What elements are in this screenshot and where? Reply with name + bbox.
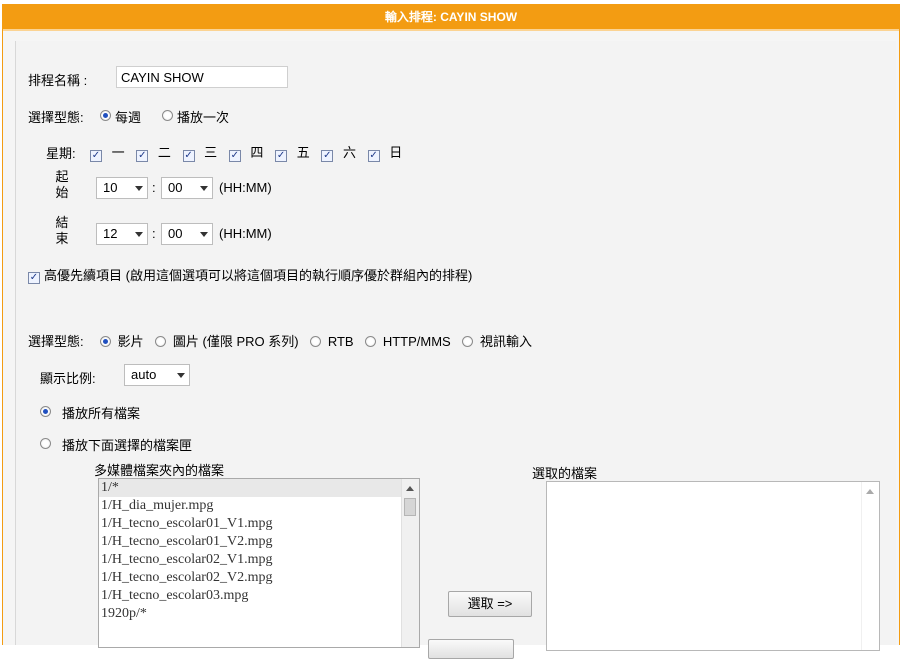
end-hour-select[interactable]: 12 — [96, 223, 148, 245]
panel-title: 輸入排程: CAYIN SHOW — [3, 5, 899, 31]
aspect-value: auto — [131, 367, 157, 382]
weekday-tue-label: 二 — [157, 145, 171, 160]
file-listbox[interactable]: 1/* 1/H_dia_mujer.mpg 1/H_tecno_escolar0… — [98, 478, 420, 648]
type2-image-radio[interactable] — [155, 336, 167, 347]
priority-checkbox[interactable]: ✓ — [28, 272, 40, 284]
weekday-fri-checkbox[interactable]: ✓ — [275, 150, 288, 162]
type2-rtb-label: RTB — [327, 334, 354, 349]
weekday-wed-label: 三 — [204, 145, 218, 160]
scroll-thumb[interactable] — [404, 498, 416, 516]
aspect-select[interactable]: auto — [124, 364, 190, 386]
scroll-up-icon[interactable] — [866, 489, 874, 494]
end-minute-value: 00 — [168, 226, 183, 241]
list-item[interactable]: 1/H_dia_mujer.mpg — [99, 497, 419, 515]
chevron-down-icon — [135, 186, 143, 191]
start-label-bottom: 始 — [55, 185, 69, 200]
schedule-name-input[interactable] — [116, 66, 288, 88]
weekday-checkboxes: ✓ 一 ✓ 二 ✓ 三 ✓ 四 ✓ 五 ✓ 六 ✓ 日 — [90, 142, 410, 162]
weekday-wed-checkbox[interactable]: ✓ — [182, 150, 195, 162]
weekday-thu-checkbox[interactable]: ✓ — [228, 150, 241, 162]
aspect-label: 顯示比例: — [40, 371, 96, 386]
play-all-radio[interactable] — [40, 404, 51, 419]
list-item[interactable]: 1/H_tecno_escolar02_V1.mpg — [99, 551, 419, 569]
type2-http-radio[interactable] — [365, 336, 377, 347]
weekday-label: 星期: — [46, 146, 76, 161]
weekday-sat-label: 六 — [342, 145, 356, 160]
start-format: (HH:MM) — [219, 180, 272, 195]
end-label: 結 束 — [52, 215, 72, 247]
type2-rtb-radio[interactable] — [310, 336, 322, 347]
type1-once-label: 播放一次 — [177, 110, 230, 125]
list-item[interactable]: 1/H_tecno_escolar01_V1.mpg — [99, 515, 419, 533]
selected-listbox[interactable] — [546, 481, 880, 651]
list-item[interactable]: 1/H_tecno_escolar03.mpg — [99, 587, 419, 605]
end-hour-value: 12 — [103, 226, 118, 241]
weekday-mon-label: 一 — [111, 145, 125, 160]
list-item[interactable]: 1/* — [99, 479, 419, 497]
chevron-down-icon — [135, 232, 143, 237]
select-button[interactable]: 選取 => — [448, 591, 532, 617]
end-label-bottom: 束 — [55, 231, 69, 246]
type1-label: 選擇型態: — [28, 110, 84, 125]
type2-video-label: 影片 — [117, 334, 144, 349]
start-minute-value: 00 — [168, 180, 183, 195]
start-label-top: 起 — [55, 169, 69, 184]
selected-list-label: 選取的檔案 — [532, 466, 598, 481]
end-minute-select[interactable]: 00 — [161, 223, 213, 245]
chevron-down-icon — [200, 232, 208, 237]
play-selected-radio[interactable] — [40, 436, 51, 451]
scroll-up-icon[interactable] — [406, 486, 414, 491]
weekday-thu-label: 四 — [250, 145, 264, 160]
type1-once-radio[interactable] — [162, 108, 173, 123]
type2-video-radio[interactable] — [100, 336, 111, 347]
end-label-top: 結 — [55, 215, 69, 230]
type2-label: 選擇型態: — [28, 334, 84, 349]
start-hour-value: 10 — [103, 180, 118, 195]
weekday-sat-checkbox[interactable]: ✓ — [321, 150, 334, 162]
type2-video-input-label: 視訊輸入 — [479, 334, 532, 349]
remove-button[interactable] — [428, 639, 514, 659]
type1-weekly-radio[interactable] — [100, 108, 111, 123]
file-list-label: 多媒體檔案夾內的檔案 — [94, 463, 225, 478]
play-all-label: 播放所有檔案 — [62, 406, 141, 421]
chevron-down-icon — [200, 186, 208, 191]
weekday-sun-checkbox[interactable]: ✓ — [367, 150, 380, 162]
weekday-fri-label: 五 — [296, 145, 310, 160]
play-selected-label: 播放下面選擇的檔案匣 — [62, 438, 193, 453]
type2-http-label: HTTP/MMS — [382, 334, 451, 349]
type2-image-label: 圖片 (僅限 PRO 系列) — [172, 334, 299, 349]
weekday-sun-label: 日 — [389, 145, 403, 160]
list-item[interactable]: 1/H_tecno_escolar01_V2.mpg — [99, 533, 419, 551]
start-hour-select[interactable]: 10 — [96, 177, 148, 199]
list-item[interactable]: 1920p/* — [99, 605, 419, 623]
weekday-mon-checkbox[interactable]: ✓ — [90, 150, 102, 162]
end-sep: : — [152, 226, 156, 241]
schedule-panel: 輸入排程: CAYIN SHOW 排程名稱 : 選擇型態: 每週 播放一次 星期… — [2, 4, 900, 659]
schedule-name-label: 排程名稱 : — [28, 73, 88, 88]
start-sep: : — [152, 180, 156, 195]
type2-video-input-radio[interactable] — [462, 336, 474, 347]
start-minute-select[interactable]: 00 — [161, 177, 213, 199]
weekday-tue-checkbox[interactable]: ✓ — [136, 150, 149, 162]
priority-label: 高優先續項目 (啟用這個選項可以將這個項目的執行順序優於群組內的排程) — [44, 268, 473, 283]
file-list-scrollbar[interactable] — [401, 479, 419, 647]
end-format: (HH:MM) — [219, 226, 272, 241]
form-area: 排程名稱 : 選擇型態: 每週 播放一次 星期: ✓ 一 ✓ 二 ✓ 三 ✓ 四… — [15, 41, 896, 659]
list-item[interactable]: 1/H_tecno_escolar02_V2.mpg — [99, 569, 419, 587]
type2-options: 影片 圖片 (僅限 PRO 系列) RTB HTTP/MMS 視訊輸入 — [100, 331, 540, 350]
chevron-down-icon — [177, 373, 185, 378]
start-label: 起 始 — [52, 169, 72, 201]
type1-weekly-label: 每週 — [115, 110, 142, 125]
selected-list-scrollbar[interactable] — [861, 482, 879, 650]
